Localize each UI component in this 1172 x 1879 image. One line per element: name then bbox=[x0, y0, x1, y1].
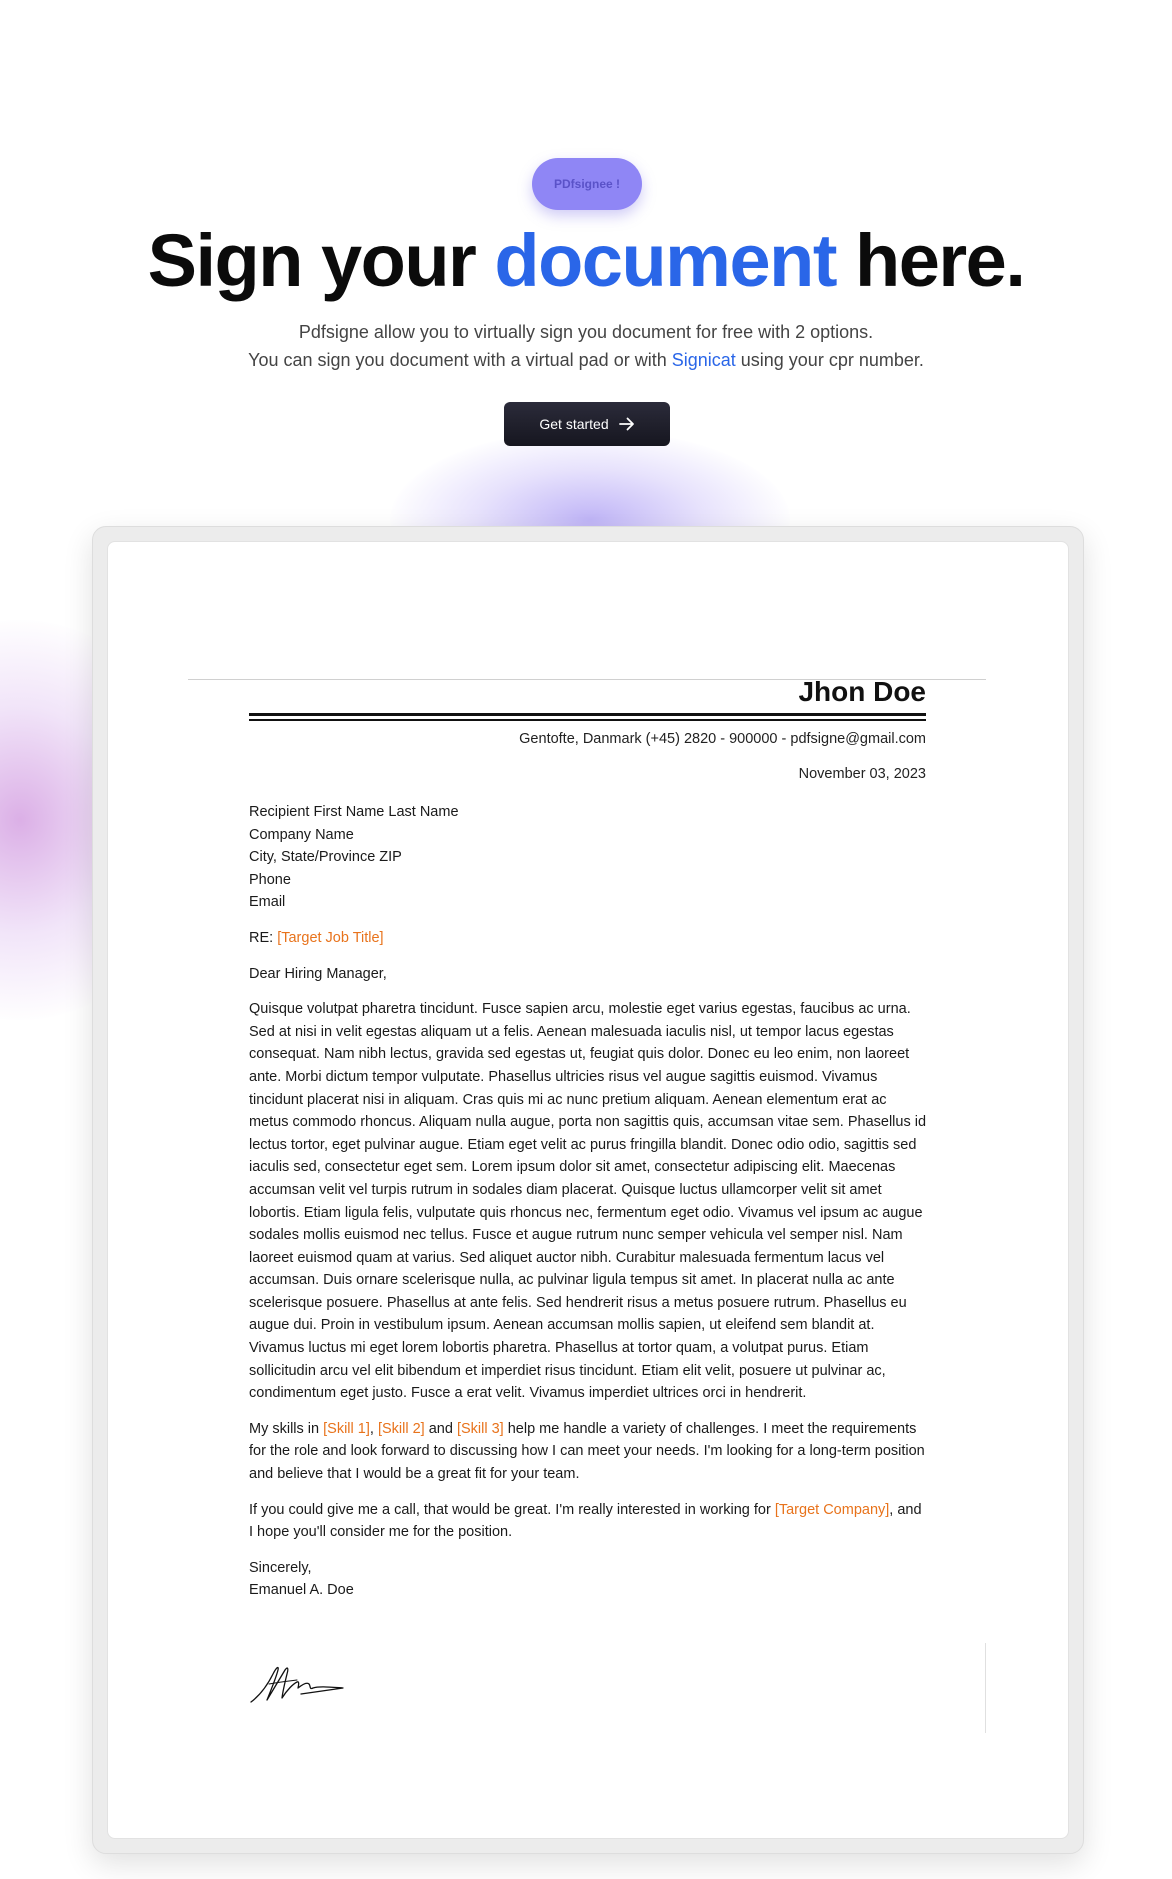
hero-description: Pdfsigne allow you to virtually sign you… bbox=[0, 318, 1172, 374]
headline-text-start: Sign your bbox=[147, 219, 495, 302]
document-contact-line: Gentofte, Danmark (+45) 2820 - 900000 - … bbox=[519, 731, 926, 747]
recipient-company: Company Name bbox=[249, 826, 354, 843]
headline-text-end: here. bbox=[835, 219, 1026, 302]
closing: Sincerely, bbox=[249, 1559, 312, 1576]
skills-paragraph: My skills in [Skill 1], [Skill 2] and [S… bbox=[249, 1418, 929, 1486]
skill-3: [Skill 3] bbox=[456, 1420, 504, 1437]
skills-text-start: My skills in bbox=[249, 1420, 324, 1437]
document-sender-name: Jhon Doe bbox=[798, 676, 926, 707]
signer-name: Emanuel A. Doe bbox=[249, 1582, 354, 1599]
get-started-label: Get started bbox=[539, 416, 609, 432]
hero-description-line1: Pdfsigne allow you to virtually sign you… bbox=[298, 322, 874, 342]
hero-description-line2-start: You can sign you document with a virtual… bbox=[248, 350, 672, 370]
subject-job-title: [Target Job Title] bbox=[277, 929, 384, 946]
landing-page: PDfsignee ! Sign your document here. Pdf… bbox=[0, 0, 1172, 1879]
skill-2: [Skill 2] bbox=[377, 1420, 425, 1437]
arrow-right-icon bbox=[618, 417, 634, 431]
document-date: November 03, 2023 bbox=[798, 766, 926, 782]
headline-accent-word: document bbox=[494, 219, 837, 302]
document-header-rule-thin bbox=[249, 719, 926, 721]
skills-sep-1: , bbox=[369, 1420, 378, 1437]
document-header-rule-thick bbox=[249, 713, 926, 716]
call-paragraph: If you could give me a call, that would … bbox=[249, 1499, 929, 1544]
hero-description-line2: You can sign you document with a virtual… bbox=[0, 346, 1172, 374]
greeting: Dear Hiring Manager, bbox=[249, 965, 387, 982]
handwritten-signature bbox=[250, 1666, 344, 1703]
recipient-block: Recipient First Name Last Name Company N… bbox=[249, 801, 929, 914]
body-paragraph-1: Quisque volutpat pharetra tincidunt. Fus… bbox=[249, 1001, 927, 1402]
get-started-button[interactable]: Get started bbox=[504, 402, 670, 446]
brand-badge: PDfsignee ! bbox=[532, 158, 642, 210]
recipient-email: Email bbox=[249, 894, 286, 911]
document-body: Recipient First Name Last Name Company N… bbox=[249, 801, 929, 1602]
page-headline: Sign your document here. bbox=[0, 218, 1172, 303]
document-margin-marker bbox=[985, 1643, 986, 1733]
call-text-start: If you could give me a call, that would … bbox=[249, 1501, 775, 1518]
target-company: [Target Company] bbox=[774, 1501, 890, 1518]
signicat-link[interactable]: Signicat bbox=[672, 350, 736, 370]
recipient-phone: Phone bbox=[249, 871, 291, 888]
recipient-city: City, State/Province ZIP bbox=[249, 849, 402, 866]
subject-line: RE: [Target Job Title] bbox=[249, 927, 929, 950]
closing-block: Sincerely, Emanuel A. Doe bbox=[249, 1557, 929, 1602]
subject-prefix: RE: bbox=[249, 929, 278, 946]
recipient-name: Recipient First Name Last Name bbox=[249, 804, 459, 820]
hero-description-line2-end: using your cpr number. bbox=[735, 350, 924, 370]
skills-sep-2: and bbox=[424, 1420, 457, 1437]
skill-1: [Skill 1] bbox=[323, 1420, 370, 1437]
